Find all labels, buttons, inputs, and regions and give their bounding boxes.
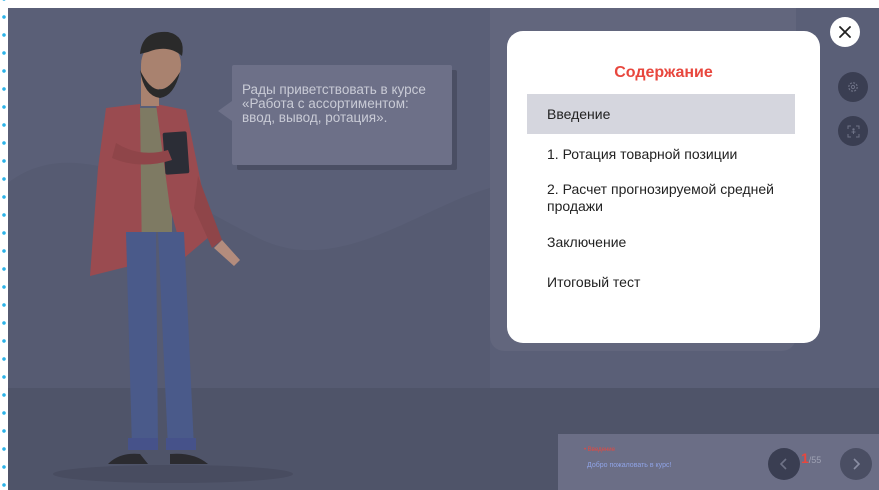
close-button[interactable] bbox=[830, 17, 860, 47]
accessibility-icon bbox=[847, 125, 859, 137]
close-icon bbox=[839, 26, 851, 38]
settings-button[interactable] bbox=[838, 72, 868, 102]
speech-bubble: Рады приветствовать в курсе «Работа с ас… bbox=[218, 65, 452, 165]
total-pages: /55 bbox=[808, 455, 822, 465]
toc-modal: Содержание Введение 1. Ротация товарной … bbox=[507, 31, 820, 343]
toc-item-label: Заключение bbox=[547, 233, 627, 250]
current-page: 1 bbox=[801, 450, 809, 466]
accessibility-button[interactable] bbox=[838, 116, 868, 146]
chevron-right-icon bbox=[853, 458, 861, 470]
page-counter: 1/55 bbox=[801, 450, 833, 466]
footer-slide-title: Добро пожаловать в курс! bbox=[587, 462, 672, 469]
chevron-left-icon bbox=[779, 458, 787, 470]
speech-bubble-text: Рады приветствовать в курсе «Работа с ас… bbox=[242, 82, 426, 125]
decorative-dot-border bbox=[0, 0, 8, 490]
toc-item-final-test[interactable]: Итоговый тест bbox=[527, 262, 795, 302]
footer-section-label: • Введение bbox=[584, 447, 615, 453]
toc-title: Содержание bbox=[614, 64, 713, 81]
toc-list: Введение 1. Ротация товарной позиции 2. … bbox=[527, 94, 795, 302]
toc-item-label: 2. Расчет прогнозируемой средней продажи bbox=[547, 181, 774, 214]
toc-item-forecast[interactable]: 2. Расчет прогнозируемой средней продажи bbox=[527, 174, 795, 222]
toc-item-label: 1. Ротация товарной позиции bbox=[547, 145, 738, 162]
toc-item-rotation[interactable]: 1. Ротация товарной позиции bbox=[527, 134, 795, 174]
toc-item-label: Итоговый тест bbox=[547, 273, 641, 290]
gear-icon bbox=[848, 82, 858, 92]
toc-item-conclusion[interactable]: Заключение bbox=[527, 222, 795, 262]
next-slide-button[interactable] bbox=[840, 448, 872, 480]
toc-item-intro[interactable]: Введение bbox=[527, 94, 795, 134]
toc-item-label: Введение bbox=[547, 105, 611, 122]
prev-slide-button[interactable] bbox=[768, 448, 800, 480]
